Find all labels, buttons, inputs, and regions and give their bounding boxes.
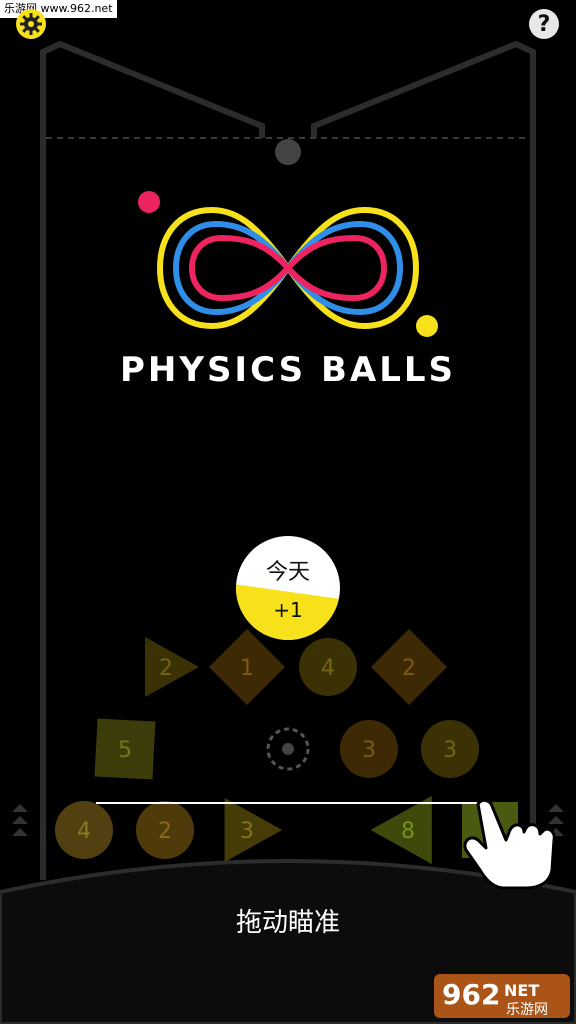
block-triangle: 2: [145, 637, 199, 697]
watermark-962-logo: 962 NET 乐游网: [434, 972, 570, 1020]
block-diamond: 2: [371, 629, 447, 705]
block-value: 3: [240, 819, 254, 844]
block-diamond: 1: [209, 629, 285, 705]
launcher-ball: [275, 139, 301, 165]
block-value: 3: [362, 738, 376, 763]
gear-icon: [20, 13, 42, 35]
block-value: 2: [159, 656, 173, 681]
block-value: 4: [321, 656, 335, 681]
block-value: 2: [402, 656, 416, 681]
left-chevrons-icon: [12, 804, 28, 836]
logo-dot-pink: [138, 191, 160, 213]
block-value: 1: [240, 656, 254, 681]
daily-reward-badge[interactable]: 今天 +1: [236, 536, 340, 640]
play-field[interactable]: 2 1 4 2 5 3 3 4 2 3 8: [0, 0, 576, 1024]
logo-dot-yellow: [416, 315, 438, 337]
block-value: 8: [401, 819, 415, 844]
block-circle: 3: [421, 720, 479, 778]
block-value: 2: [158, 819, 172, 844]
block-circle: 4: [299, 638, 357, 696]
watermark-site: 乐游网: [506, 1002, 548, 1018]
block-value: 4: [77, 819, 91, 844]
daily-reward-day: 今天: [265, 560, 310, 585]
daily-reward-count: +1: [273, 598, 303, 622]
instruction-hint: 拖动瞄准: [235, 908, 340, 938]
block-value: 5: [118, 738, 132, 763]
block-triangle: 3: [224, 798, 283, 862]
aim-target-icon: [266, 727, 310, 771]
block-circle: 2: [136, 801, 194, 859]
block-circle: 4: [55, 801, 113, 859]
block-square: 5: [94, 718, 156, 780]
logo-infinity-icon: [156, 206, 420, 330]
question-icon: ?: [537, 11, 551, 37]
watermark-suffix: NET: [504, 981, 539, 1000]
settings-button[interactable]: [16, 9, 46, 39]
block-triangle: 8: [370, 796, 432, 864]
watermark-brand: 962: [442, 978, 500, 1011]
help-button[interactable]: ?: [529, 9, 559, 39]
block-value: 3: [443, 738, 457, 763]
block-circle: 3: [340, 720, 398, 778]
game-title: PHYSICS BALLS: [119, 350, 457, 390]
